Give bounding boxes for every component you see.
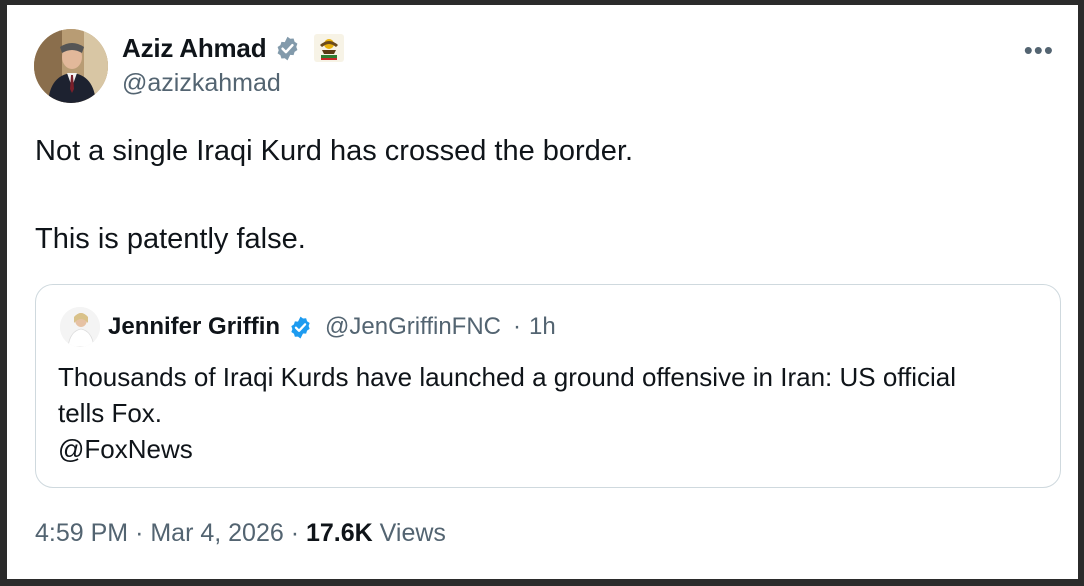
quoted-author-photo — [60, 307, 100, 347]
quoted-mention-link[interactable]: @FoxNews — [58, 431, 1048, 467]
quoted-text-line-2: tells Fox. — [58, 398, 163, 428]
tweet-text-line-2: This is patently false. — [35, 223, 306, 255]
quoted-display-name[interactable]: Jennifer Griffin — [108, 313, 280, 341]
quoted-text-line-1: Thousands of Iraqi Kurds have launched a… — [58, 362, 957, 392]
views-label: Views — [379, 519, 446, 547]
kurdistan-emblem-icon — [313, 33, 345, 63]
quoted-author-avatar[interactable] — [60, 307, 100, 347]
author-handle[interactable]: @azizkahmad — [122, 69, 281, 98]
quoted-meta-separator: · — [513, 313, 521, 340]
tweet-date[interactable]: Mar 4, 2026 — [150, 519, 283, 547]
verified-badge-icon[interactable] — [274, 35, 301, 62]
author-avatar[interactable] — [34, 29, 108, 103]
tweet-text-line-1: Not a single Iraqi Kurd has crossed the … — [35, 135, 634, 167]
author-name-row: Aziz Ahmad — [122, 30, 345, 66]
views-count: 17.6K — [306, 519, 373, 547]
author-display-name[interactable]: Aziz Ahmad — [122, 33, 267, 64]
quoted-author-row: Jennifer Griffin @JenGriffinFNC · 1h — [60, 307, 556, 347]
tweet-card: Aziz Ahmad @azizkahmad ••• Not a single … — [7, 5, 1078, 579]
tweet-footer: 4:59 PM · Mar 4, 2026 · 17.6K Views — [35, 519, 446, 548]
footer-separator-1: · — [135, 519, 144, 547]
quoted-tweet[interactable]: Jennifer Griffin @JenGriffinFNC · 1h Tho… — [35, 284, 1061, 488]
footer-separator-2: · — [290, 519, 300, 547]
quoted-timestamp[interactable]: 1h — [529, 313, 556, 341]
quoted-tweet-text: Thousands of Iraqi Kurds have launched a… — [58, 359, 1048, 467]
quoted-handle[interactable]: @JenGriffinFNC — [325, 313, 501, 341]
author-photo — [34, 29, 108, 103]
more-options-icon[interactable]: ••• — [1024, 35, 1054, 66]
quoted-verified-badge-icon[interactable] — [288, 315, 313, 340]
tweet-time[interactable]: 4:59 PM — [35, 519, 128, 547]
